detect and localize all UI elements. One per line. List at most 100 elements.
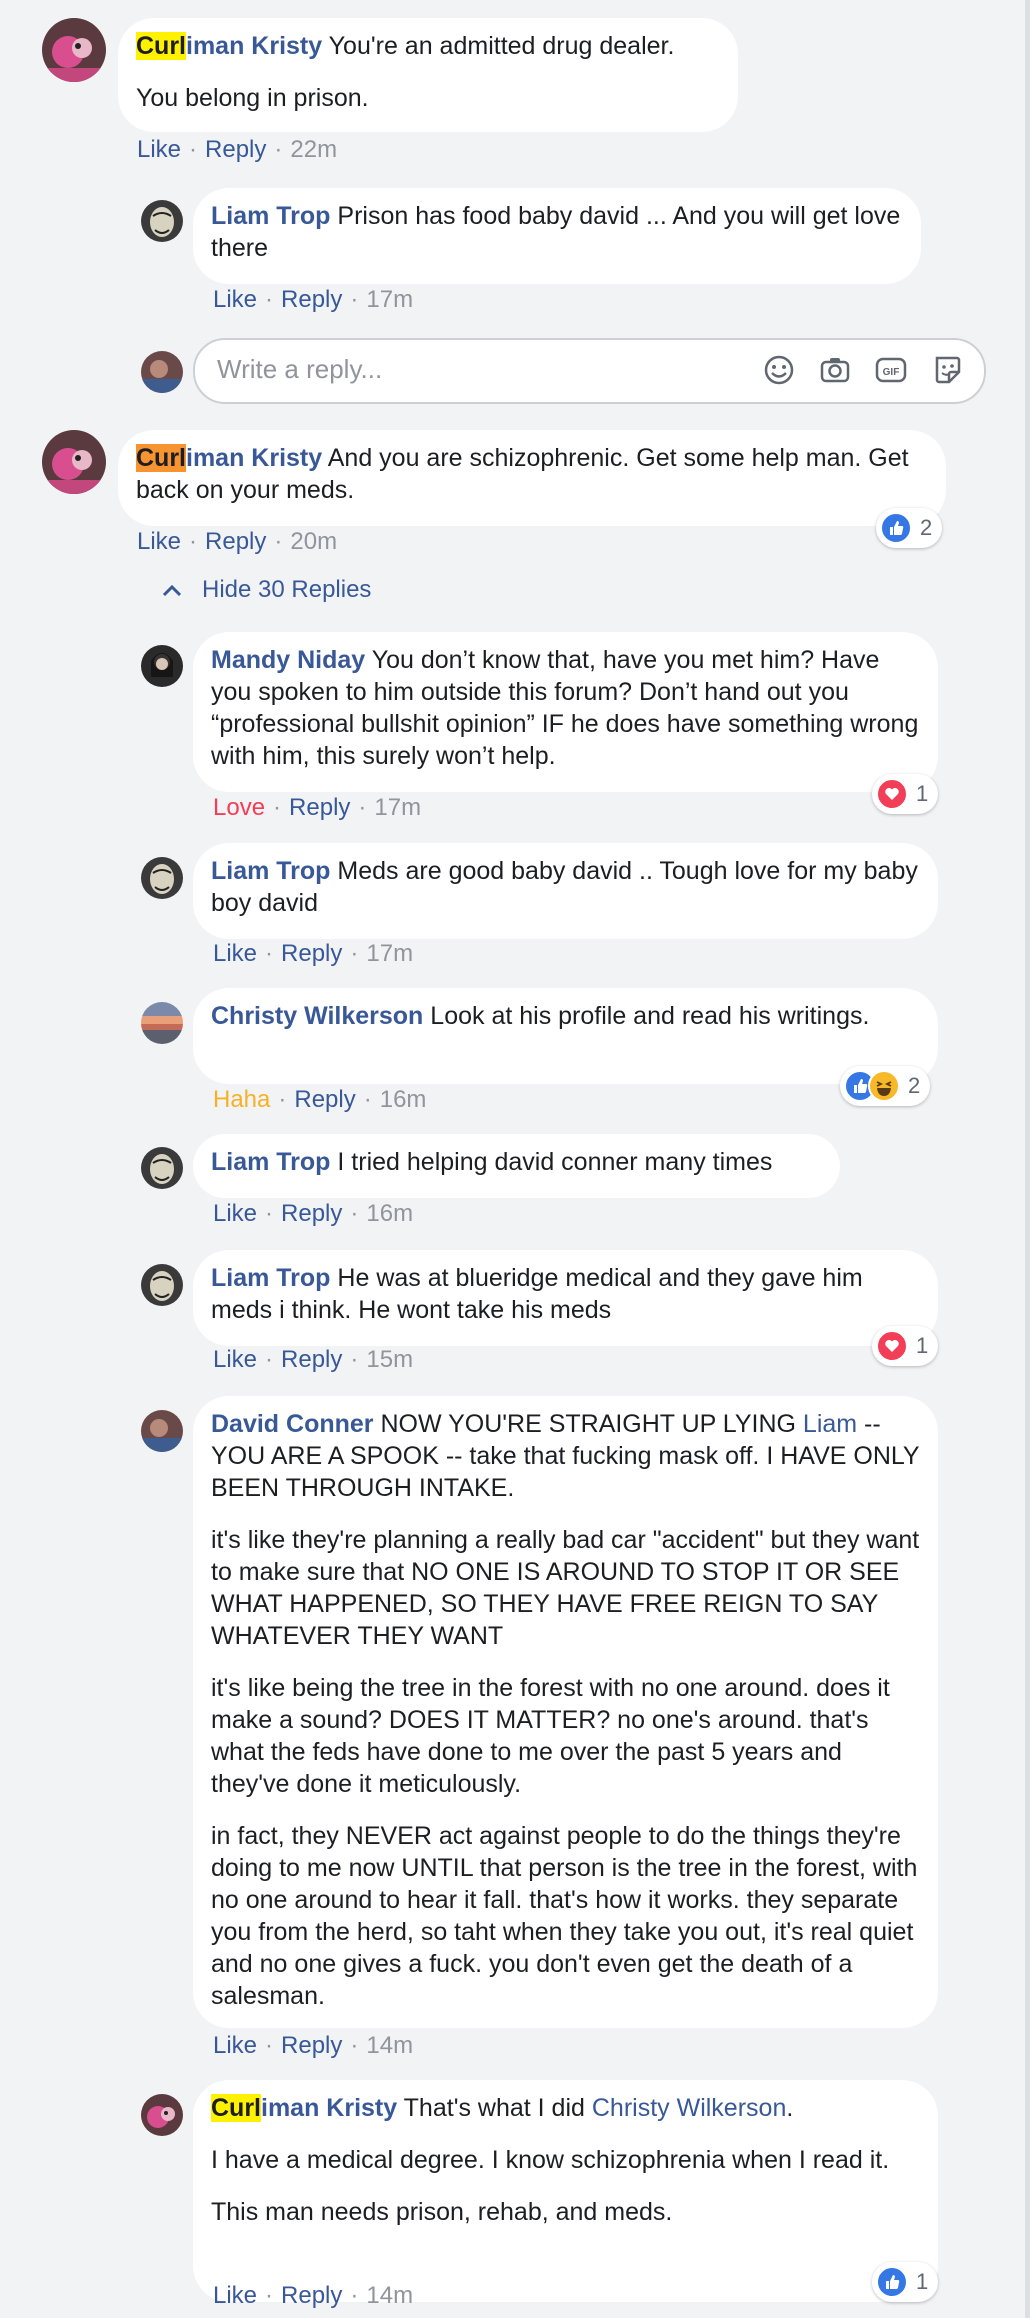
love-reaction-icon bbox=[876, 1330, 908, 1362]
comment-paragraph: I have a medical degree. I know schizoph… bbox=[211, 2146, 890, 2174]
comment-bubble: Liam Trop I tried helping david conner m… bbox=[193, 1134, 840, 1198]
comment-actions: Love · Reply · 17m bbox=[213, 794, 422, 821]
like-button[interactable]: Like bbox=[137, 136, 181, 163]
haha-button[interactable]: Haha bbox=[213, 1086, 270, 1113]
commenter-name[interactable]: Liam Trop bbox=[211, 1148, 330, 1176]
commenter-name[interactable]: Liam Trop bbox=[211, 1264, 330, 1292]
commenter-name[interactable]: Curliman Kristy bbox=[136, 32, 322, 60]
avatar[interactable] bbox=[141, 1264, 183, 1306]
like-button[interactable]: Like bbox=[213, 286, 257, 313]
comment-bubble: Liam Trop Prison has food baby david ...… bbox=[193, 188, 921, 284]
comment-paragraph: it's like being the tree in the forest w… bbox=[211, 1674, 890, 1798]
avatar[interactable] bbox=[141, 857, 183, 899]
love-button[interactable]: Love bbox=[213, 794, 265, 821]
comment-text: NOW YOU'RE STRAIGHT UP LYING bbox=[373, 1410, 803, 1438]
comment-paragraph: it's like they're planning a really bad … bbox=[211, 1526, 920, 1650]
hide-replies-link[interactable]: Hide 30 Replies bbox=[162, 576, 371, 604]
right-divider bbox=[1025, 0, 1030, 2318]
like-button[interactable]: Like bbox=[213, 2282, 257, 2309]
sticker-icon[interactable] bbox=[931, 354, 963, 386]
avatar[interactable] bbox=[141, 1002, 183, 1044]
commenter-name[interactable]: Christy Wilkerson bbox=[211, 1002, 423, 1030]
comment-text: That's what I did bbox=[397, 2094, 592, 2122]
avatar[interactable] bbox=[141, 1147, 183, 1189]
comment-bubble: Christy Wilkerson Look at his profile an… bbox=[193, 988, 938, 1084]
reply-input[interactable]: Write a reply... GIF bbox=[193, 338, 986, 404]
avatar[interactable] bbox=[141, 645, 183, 687]
avatar[interactable] bbox=[141, 1410, 183, 1452]
comment-text: . bbox=[786, 2094, 794, 2122]
like-button[interactable]: Like bbox=[213, 1200, 257, 1227]
avatar[interactable] bbox=[42, 18, 106, 82]
like-reaction-icon bbox=[876, 2266, 908, 2298]
reply-button[interactable]: Reply bbox=[281, 1346, 342, 1373]
timestamp[interactable]: 16m bbox=[366, 1200, 413, 1227]
reply-button[interactable]: Reply bbox=[205, 136, 266, 163]
comment-bubble: Curliman Kristy You're an admitted drug … bbox=[118, 18, 738, 132]
timestamp[interactable]: 16m bbox=[380, 1086, 427, 1113]
like-button[interactable]: Like bbox=[213, 1346, 257, 1373]
my-avatar bbox=[141, 351, 183, 393]
timestamp[interactable]: 14m bbox=[366, 2282, 413, 2309]
reply-button[interactable]: Reply bbox=[294, 1086, 355, 1113]
avatar[interactable] bbox=[141, 2094, 183, 2136]
comment-bubble: Mandy Niday You don’t know that, have yo… bbox=[193, 632, 938, 792]
mention-link[interactable]: Liam bbox=[803, 1410, 857, 1438]
like-button[interactable]: Like bbox=[137, 528, 181, 555]
reply-button[interactable]: Reply bbox=[281, 2032, 342, 2059]
timestamp[interactable]: 14m bbox=[366, 2032, 413, 2059]
reaction-summary[interactable]: 2 bbox=[876, 508, 943, 548]
comment-actions: Like · Reply · 14m bbox=[213, 2032, 414, 2059]
timestamp[interactable]: 20m bbox=[290, 528, 337, 555]
comment-actions: Like · Reply · 16m bbox=[213, 1200, 414, 1227]
reaction-count: 2 bbox=[908, 1073, 921, 1098]
reply-button[interactable]: Reply bbox=[281, 286, 342, 313]
gif-icon[interactable]: GIF bbox=[875, 354, 907, 386]
comment-text: You're an admitted drug dealer. bbox=[322, 32, 675, 60]
mention-link[interactable]: Christy Wilkerson bbox=[592, 2094, 786, 2122]
comment-actions: Like · Reply · 17m bbox=[213, 940, 414, 967]
avatar[interactable] bbox=[42, 430, 106, 494]
reply-button[interactable]: Reply bbox=[281, 2282, 342, 2309]
avatar[interactable] bbox=[141, 200, 183, 242]
commenter-name[interactable]: Curliman Kristy bbox=[136, 444, 322, 472]
timestamp[interactable]: 17m bbox=[366, 286, 413, 313]
hide-replies-label: Hide 30 Replies bbox=[202, 576, 372, 603]
reaction-count: 2 bbox=[920, 515, 933, 540]
reply-button[interactable]: Reply bbox=[289, 794, 350, 821]
comment-bubble: Curliman Kristy And you are schizophreni… bbox=[118, 430, 946, 526]
emoji-icon[interactable] bbox=[763, 354, 795, 386]
reaction-count: 1 bbox=[916, 1333, 929, 1358]
camera-icon[interactable] bbox=[819, 354, 851, 386]
love-reaction-icon bbox=[876, 778, 908, 810]
reaction-summary[interactable]: 2 bbox=[840, 1066, 931, 1106]
comment-bubble: David Conner NOW YOU'RE STRAIGHT UP LYIN… bbox=[193, 1396, 938, 2028]
reply-button[interactable]: Reply bbox=[205, 528, 266, 555]
reply-placeholder: Write a reply... bbox=[217, 354, 383, 384]
haha-reaction-icon bbox=[868, 1070, 900, 1102]
reaction-summary[interactable]: 1 bbox=[872, 774, 939, 814]
comment-text: I tried helping david conner many times bbox=[330, 1148, 773, 1176]
like-button[interactable]: Like bbox=[213, 2032, 257, 2059]
comment-actions: Like · Reply · 15m bbox=[213, 1346, 414, 1373]
commenter-name[interactable]: Liam Trop bbox=[211, 202, 330, 230]
timestamp[interactable]: 15m bbox=[366, 1346, 413, 1373]
comment-bubble: Curliman Kristy That's what I did Christ… bbox=[193, 2080, 938, 2302]
comment-bubble: Liam Trop Meds are good baby david .. To… bbox=[193, 843, 938, 939]
timestamp[interactable]: 17m bbox=[374, 794, 421, 821]
timestamp[interactable]: 17m bbox=[366, 940, 413, 967]
commenter-name[interactable]: Curliman Kristy bbox=[211, 2094, 397, 2122]
commenter-name[interactable]: David Conner bbox=[211, 1410, 374, 1438]
like-button[interactable]: Like bbox=[213, 940, 257, 967]
comment-actions: Haha · Reply · 16m bbox=[213, 1086, 427, 1113]
svg-text:GIF: GIF bbox=[883, 367, 900, 378]
reaction-summary[interactable]: 1 bbox=[872, 2262, 939, 2302]
reaction-summary[interactable]: 1 bbox=[872, 1326, 939, 1366]
commenter-name[interactable]: Mandy Niday bbox=[211, 646, 365, 674]
commenter-name[interactable]: Liam Trop bbox=[211, 857, 330, 885]
reaction-count: 1 bbox=[916, 781, 929, 806]
comment-paragraph: This man needs prison, rehab, and meds. bbox=[211, 2198, 673, 2226]
reply-button[interactable]: Reply bbox=[281, 1200, 342, 1227]
reply-button[interactable]: Reply bbox=[281, 940, 342, 967]
timestamp[interactable]: 22m bbox=[290, 136, 337, 163]
